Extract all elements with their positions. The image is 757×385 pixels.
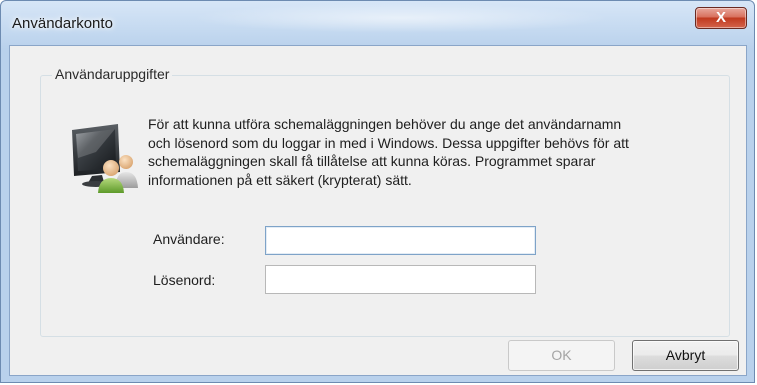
ok-button[interactable]: OK <box>508 340 615 371</box>
description-line: informationen på ett säkert (krypterat) … <box>148 171 412 188</box>
username-input[interactable] <box>266 227 535 254</box>
window-title: Användarkonto <box>12 15 113 32</box>
groupbox-label: Användaruppgifter <box>52 66 173 82</box>
username-label: Användare: <box>153 231 225 247</box>
title-bar-glow <box>191 3 611 33</box>
cancel-button[interactable]: Avbryt <box>632 340 739 371</box>
password-field[interactable] <box>265 265 536 294</box>
password-label: Lösenord: <box>153 272 216 288</box>
close-button[interactable]: X <box>695 7 747 29</box>
user-computer-icon <box>66 122 142 194</box>
close-icon: X <box>715 9 726 26</box>
password-input[interactable] <box>266 266 535 293</box>
description-line: och lösenord som du loggar in med i Wind… <box>148 134 629 151</box>
description-line: schemaläggningen skall få tillåtelse att… <box>148 153 596 169</box>
dialog-client-area: Användaruppgifter För att kunna utföra s… <box>9 45 747 376</box>
username-field[interactable] <box>265 226 536 255</box>
dialog-window: Användarkonto X Användaruppgifter För at… <box>0 0 755 383</box>
title-bar[interactable]: Användarkonto X <box>1 1 754 45</box>
description-line: För att kunna utföra schemaläggningen be… <box>148 116 622 132</box>
description-text: För att kunna utföra schemaläggningen be… <box>148 115 708 189</box>
